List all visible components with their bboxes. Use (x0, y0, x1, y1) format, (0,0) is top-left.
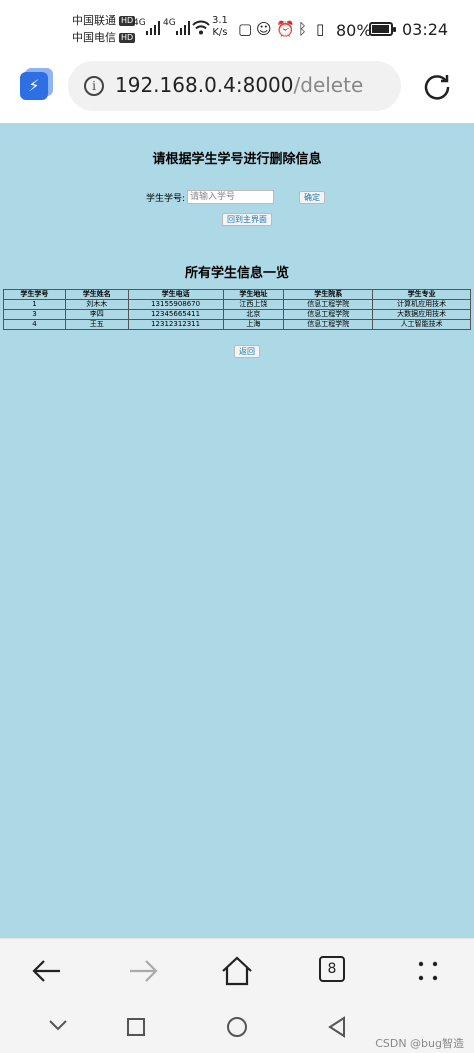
signal-1-label: 4G (133, 18, 146, 28)
system-nav-bar: CSDN @bug智造 (0, 1000, 474, 1053)
student-list-title: 所有学生信息一览 (184, 266, 289, 281)
cell-id: 1 (3, 299, 66, 310)
back-triangle-icon[interactable] (327, 1016, 347, 1038)
cell-major: 大数据应用技术 (372, 309, 471, 320)
confirm-button[interactable]: 确定 (299, 190, 326, 204)
page-content: 请根据学生学号进行删除信息 学生学号: 确定 回到主界面 所有学生信息一览 学生… (0, 123, 474, 938)
csdn-watermark: CSDN @bug智造 (375, 1037, 464, 1050)
back-button[interactable]: 返回 (234, 345, 260, 358)
table-row: 3 李四 12345665411 北京 信息工程学院 大数据应用技术 (3, 309, 471, 320)
address-bar[interactable]: i 192.168.0.4:8000/delete (68, 61, 401, 111)
carrier-2-name: 中国电信 (72, 31, 116, 44)
browser-toolbar: ⚡ i 192.168.0.4:8000/delete (0, 50, 474, 123)
cell-department: 信息工程学院 (283, 299, 374, 310)
col-header-phone: 学生电话 (127, 289, 224, 300)
signal-strength-icon (146, 21, 160, 35)
page-title: 请根据学生学号进行删除信息 (152, 152, 322, 167)
wifi-icon (192, 20, 210, 35)
back-to-home-button[interactable]: 回到主界面 (222, 213, 272, 226)
cell-name: 王五 (64, 319, 129, 330)
hd-badge: HD (119, 33, 136, 43)
carrier-1-name: 中国联通 (72, 14, 116, 27)
cell-address: 上海 (222, 319, 285, 330)
col-header-address: 学生地址 (222, 289, 285, 300)
col-header-major: 学生专业 (372, 289, 471, 300)
cell-department: 信息工程学院 (283, 319, 374, 330)
reload-icon[interactable] (422, 72, 452, 102)
url-text[interactable]: 192.168.0.4:8000/delete (115, 73, 363, 97)
home-icon[interactable] (221, 955, 253, 987)
cell-major: 计算机应用技术 (372, 299, 471, 310)
alarm-icon: ⏰ (276, 20, 295, 38)
speed-unit: K/s (212, 27, 228, 38)
cell-major: 人工智能技术 (372, 319, 471, 330)
cell-department: 信息工程学院 (283, 309, 374, 320)
speed-value: 3.1 (212, 15, 228, 26)
cell-id: 4 (3, 319, 66, 330)
tabs-button[interactable]: 8 (319, 956, 345, 982)
clock: 03:24 (402, 20, 449, 39)
status-bar: 中国联通 HD 中国电信 HD 4G 4G 3.1 K/s ▢ ☺ ⏰ ᛒ ▯ 80%… (0, 0, 474, 50)
battery-percent: 80% (336, 21, 372, 40)
student-table: 学生学号 学生姓名 学生电话 学生地址 学生院系 学生专业 1 刘木木 1315… (3, 289, 471, 330)
forward-arrow-icon[interactable] (127, 955, 159, 987)
cell-phone: 12345665411 (127, 309, 224, 320)
signal-2-label: 4G (163, 18, 176, 28)
back-arrow-icon[interactable] (31, 955, 63, 987)
table-header-row: 学生学号 学生姓名 学生电话 学生地址 学生院系 学生专业 (3, 289, 471, 300)
student-id-label: 学生学号: (146, 193, 186, 204)
cell-phone: 12312312311 (127, 319, 224, 330)
bluetooth-icon: ᛒ (298, 20, 308, 38)
network-speed: 3.1 K/s (212, 15, 228, 39)
battery-icon (369, 22, 396, 36)
carrier-1: 中国联通 HD (72, 14, 136, 28)
chevron-down-icon[interactable] (48, 1018, 68, 1032)
signal-strength-icon (176, 21, 190, 35)
col-header-name: 学生姓名 (64, 289, 129, 300)
browser-nav-bar: 8 (0, 938, 474, 1000)
info-icon[interactable]: i (84, 76, 104, 96)
cell-phone: 13155908670 (127, 299, 224, 310)
cell-name: 刘木木 (64, 299, 129, 310)
carrier-2: 中国电信 HD (72, 31, 136, 45)
col-header-department: 学生院系 (283, 289, 374, 300)
col-header-id: 学生学号 (3, 289, 66, 300)
home-circle-icon[interactable] (226, 1016, 248, 1038)
chat-icon: ☺ (256, 20, 272, 38)
student-id-input[interactable] (187, 190, 275, 204)
menu-dots-icon[interactable] (412, 955, 444, 987)
cell-name: 李四 (64, 309, 129, 320)
browser-logo-icon[interactable]: ⚡ (20, 72, 48, 100)
vibrate-icon: ▯ (316, 20, 325, 38)
url-host: 192.168.0.4:8000 (115, 73, 294, 97)
cell-address: 北京 (222, 309, 285, 320)
cell-id: 3 (3, 309, 66, 320)
url-path: /delete (293, 73, 364, 97)
cell-address: 江西上饶 (222, 299, 285, 310)
recents-square-icon[interactable] (126, 1017, 146, 1037)
table-row: 1 刘木木 13155908670 江西上饶 信息工程学院 计算机应用技术 (3, 299, 471, 310)
delete-form: 学生学号: 确定 (146, 189, 326, 205)
notification-square-icon: ▢ (238, 20, 253, 38)
table-row: 4 王五 12312312311 上海 信息工程学院 人工智能技术 (3, 319, 471, 330)
